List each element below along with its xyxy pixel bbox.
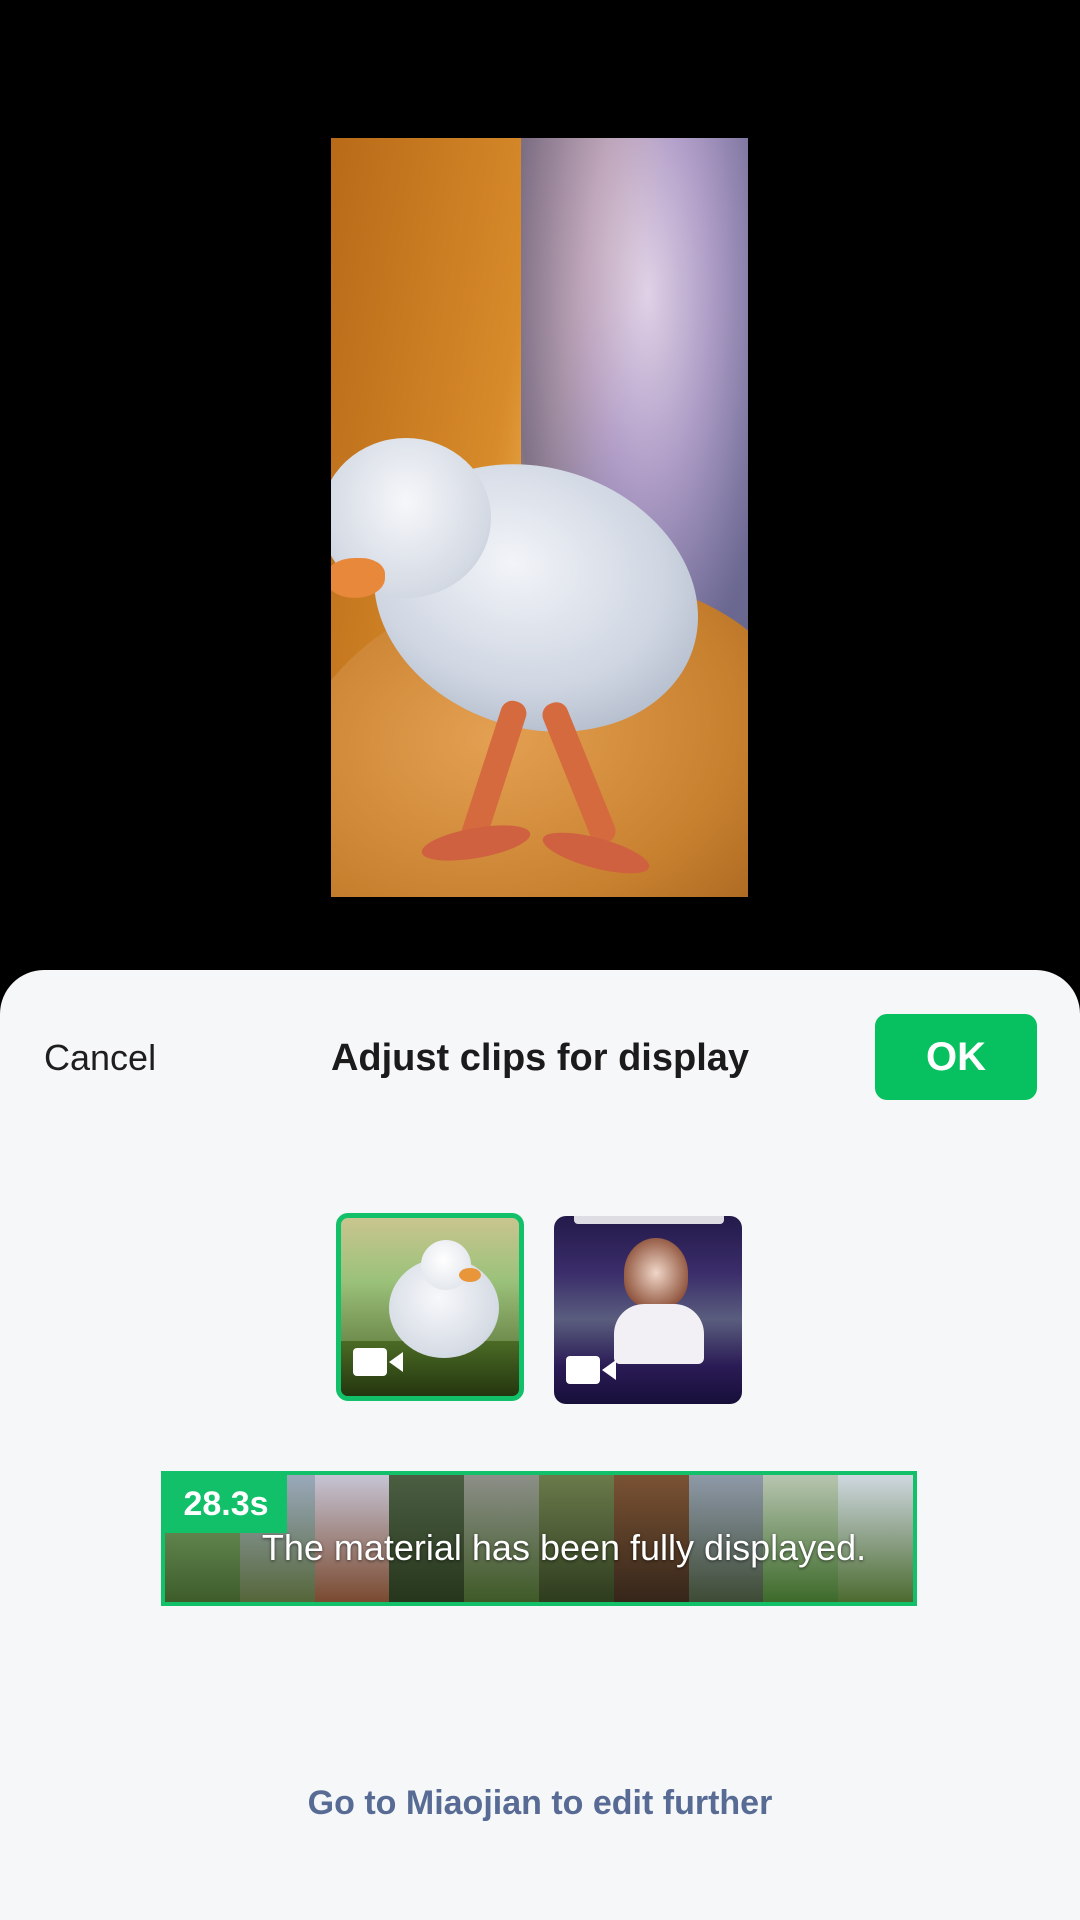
thumbnail-caption-bar (574, 1216, 724, 1224)
thumbnail-singer-dress (614, 1304, 704, 1364)
ok-button[interactable]: OK (875, 1014, 1037, 1100)
clip-timeline[interactable]: 28.3s The material has been fully displa… (161, 1471, 917, 1606)
thumbnail-duckling-head (421, 1240, 471, 1290)
thumbnail-duckling-beak (459, 1268, 481, 1282)
sheet-title: Adjust clips for display (330, 1037, 750, 1079)
clip-thumbnail-2[interactable] (554, 1216, 742, 1404)
thumbnail-singer (624, 1238, 688, 1308)
clip-thumbnail-1[interactable] (336, 1213, 524, 1401)
cancel-button[interactable]: Cancel (44, 1034, 156, 1082)
video-camera-icon (353, 1346, 405, 1378)
duration-badge: 28.3s (165, 1475, 287, 1533)
video-preview[interactable] (331, 138, 748, 897)
video-camera-icon (566, 1354, 618, 1386)
screen: Cancel Adjust clips for display OK 28.3s… (0, 0, 1080, 1920)
bottom-sheet (0, 970, 1080, 1920)
timeline-message: The material has been fully displayed. (261, 1527, 867, 1568)
edit-in-miaojian-link[interactable]: Go to Miaojian to edit further (0, 1784, 1080, 1823)
